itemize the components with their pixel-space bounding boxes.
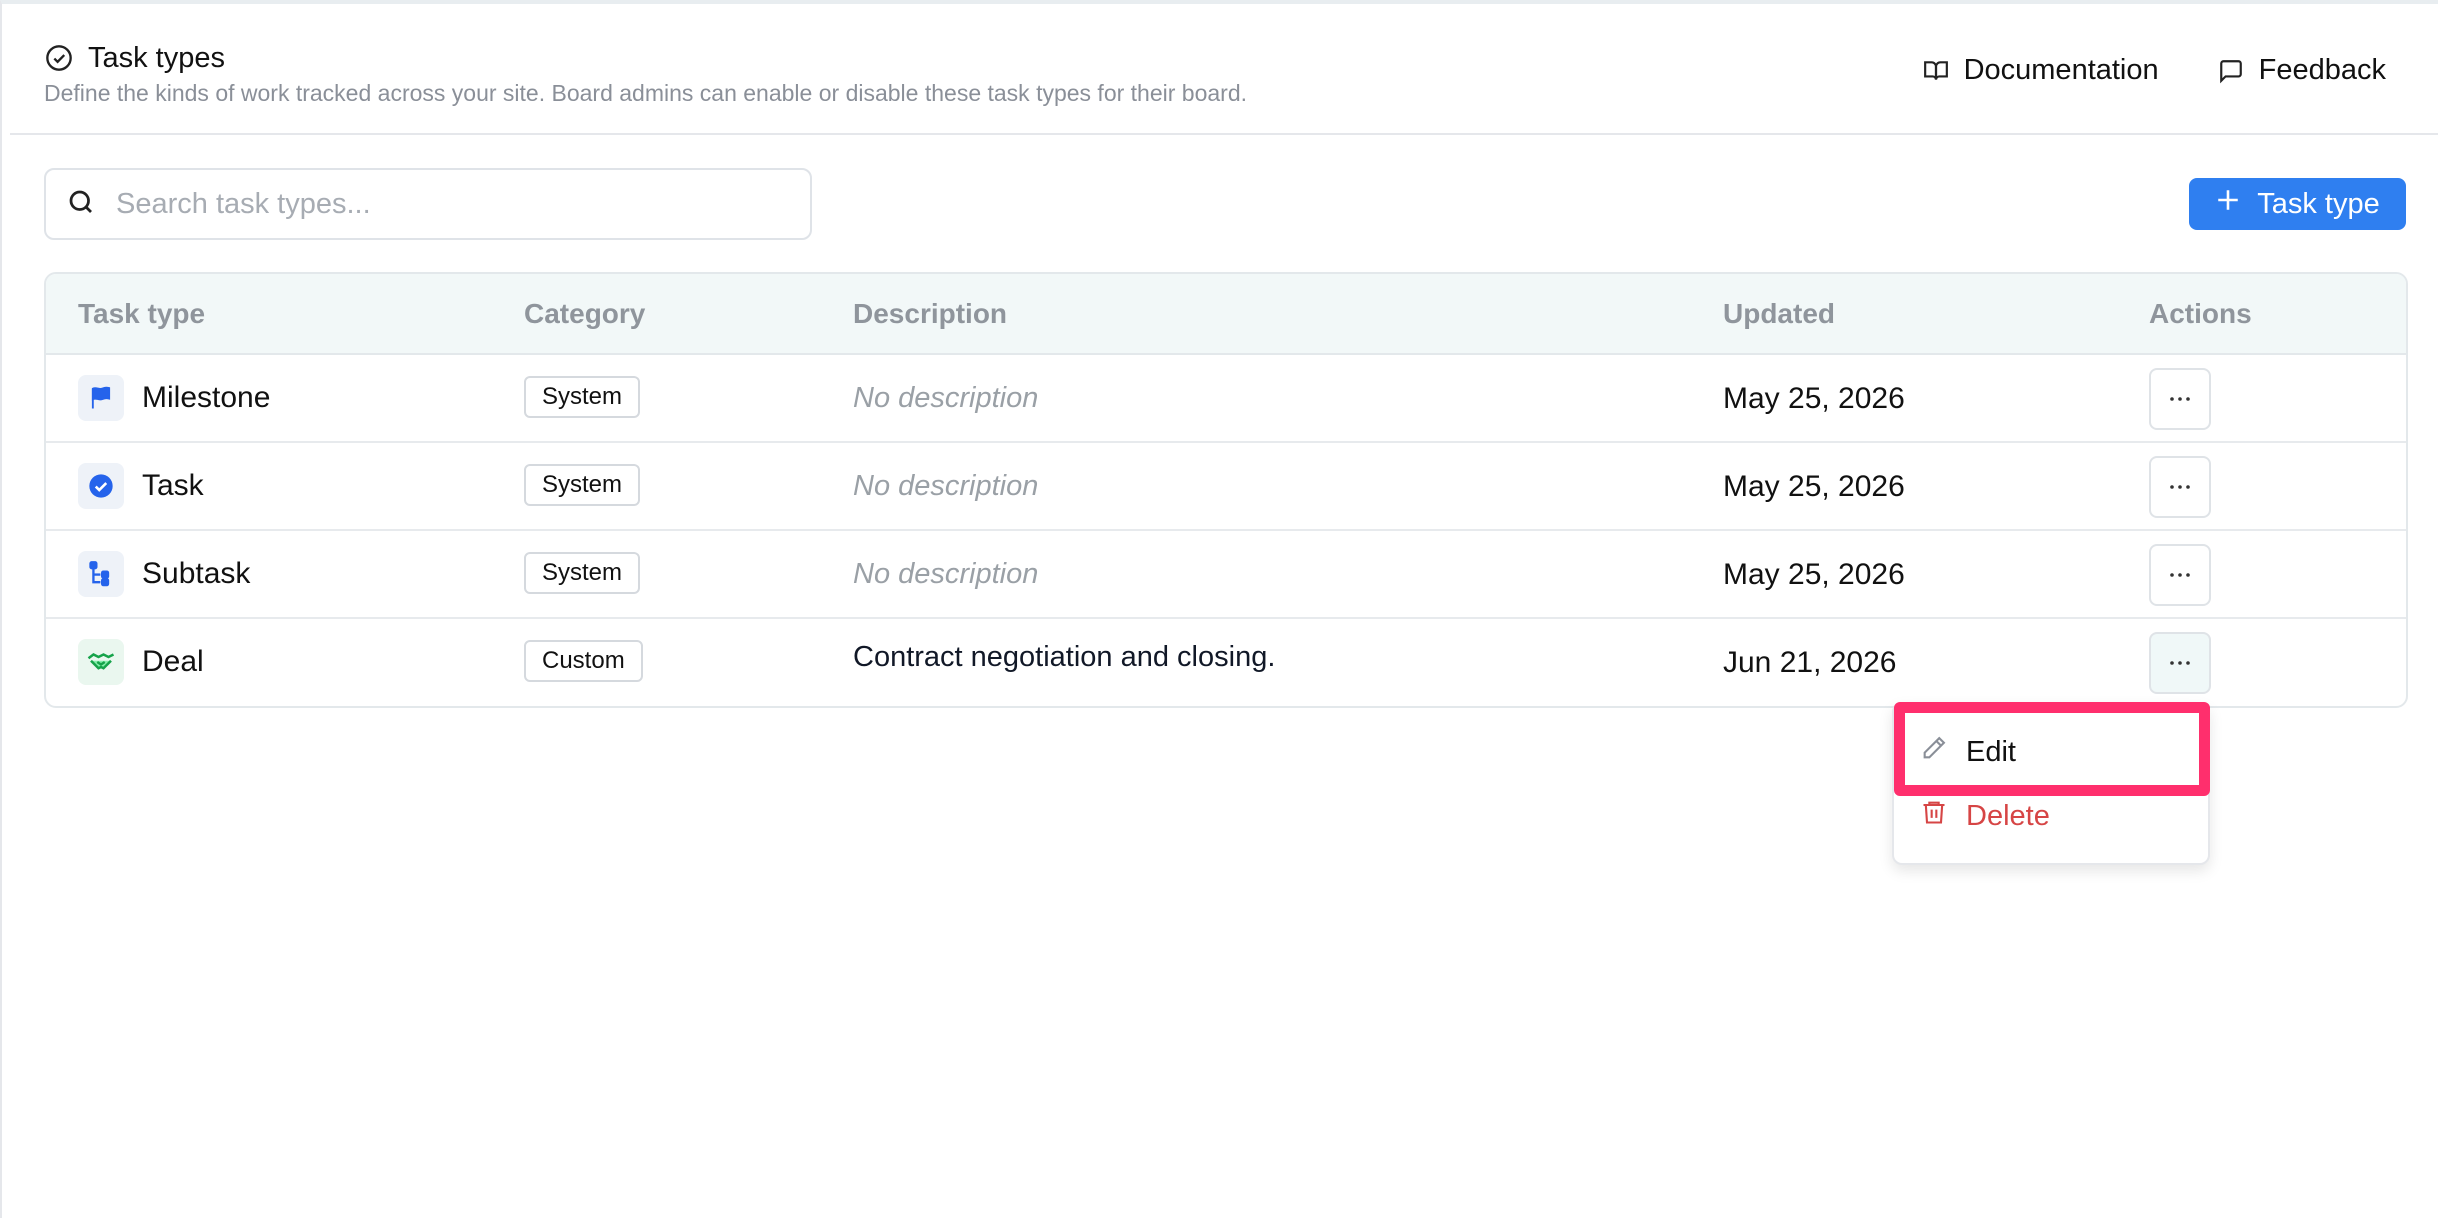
header-links: Documentation Feedback — [1922, 54, 2386, 87]
add-task-type-label: Task type — [2257, 187, 2380, 220]
search-icon — [66, 187, 96, 222]
category-badge: System — [524, 464, 641, 506]
menu-item-edit-label: Edit — [1966, 735, 2016, 768]
updated-date: May 25, 2026 — [1723, 470, 1905, 503]
more-horizontal-icon — [2168, 654, 2192, 672]
task-types-table: Task type Category Description Updated A… — [44, 272, 2408, 708]
feedback-link-label: Feedback — [2258, 54, 2386, 86]
column-header-description: Description — [853, 298, 1008, 329]
column-header-task-type: Task type — [78, 298, 206, 329]
table-row: Task System No description May 25, 2026 — [46, 443, 2406, 531]
page-title: Task types — [88, 41, 225, 74]
updated-date: May 25, 2026 — [1723, 382, 1905, 415]
updated-date: Jun 21, 2026 — [1723, 646, 1897, 679]
table-header: Task type Category Description Updated A… — [46, 274, 2406, 355]
search-box — [44, 168, 812, 240]
menu-item-delete-label: Delete — [1966, 799, 2050, 832]
task-type-cell: Deal — [78, 639, 204, 685]
more-horizontal-icon — [2168, 390, 2192, 408]
feedback-link[interactable]: Feedback — [2217, 54, 2386, 87]
table-row: Milestone System No description May 25, … — [46, 355, 2406, 443]
row-actions-menu: Edit Delete — [1892, 702, 2210, 865]
search-input[interactable] — [116, 187, 756, 221]
task-type-name: Milestone — [142, 381, 271, 414]
page-header: Task types Define the kinds of work trac… — [10, 8, 2438, 135]
row-actions-button[interactable] — [2149, 632, 2211, 694]
description-text: Contract negotiation and closing. — [853, 641, 1276, 673]
category-badge: System — [524, 552, 641, 594]
menu-item-delete[interactable]: Delete — [1920, 798, 2050, 834]
documentation-link-label: Documentation — [1963, 54, 2159, 86]
column-header-category: Category — [524, 298, 646, 329]
row-actions-button[interactable] — [2149, 544, 2211, 606]
handshake-icon — [78, 639, 124, 685]
row-actions-button[interactable] — [2149, 456, 2211, 518]
title-row: Task types — [44, 38, 225, 78]
check-circle-icon — [44, 43, 74, 73]
add-task-type-button[interactable]: Task type — [2189, 178, 2406, 230]
task-type-cell: Milestone — [78, 375, 270, 421]
column-header-updated: Updated — [1723, 298, 1835, 329]
menu-item-edit[interactable]: Edit — [1920, 734, 2016, 770]
app-frame: Task types Define the kinds of work trac… — [0, 0, 2438, 1218]
page-subtitle: Define the kinds of work tracked across … — [44, 80, 1248, 106]
message-square-icon — [2217, 57, 2245, 85]
category-badge: Custom — [524, 640, 643, 682]
description-text: No description — [853, 470, 1039, 502]
more-horizontal-icon — [2168, 566, 2192, 584]
task-type-cell: Subtask — [78, 551, 250, 597]
flag-icon — [78, 375, 124, 421]
description-text: No description — [853, 558, 1039, 590]
row-actions-button[interactable] — [2149, 368, 2211, 430]
check-circle-icon — [78, 463, 124, 509]
description-text: No description — [853, 382, 1039, 414]
documentation-link[interactable]: Documentation — [1922, 54, 2159, 87]
trash-icon — [1920, 798, 1948, 834]
book-open-icon — [1922, 57, 1950, 85]
task-type-cell: Task — [78, 463, 204, 509]
more-horizontal-icon — [2168, 478, 2192, 496]
table-row: Deal Custom Contract negotiation and clo… — [46, 619, 2406, 706]
column-header-actions: Actions — [2149, 298, 2252, 329]
pencil-icon — [1920, 734, 1948, 770]
task-type-name: Task — [142, 469, 204, 502]
table-row: Subtask System No description May 25, 20… — [46, 531, 2406, 619]
task-type-name: Subtask — [142, 557, 251, 590]
task-type-name: Deal — [142, 645, 204, 678]
plus-icon — [2215, 187, 2241, 221]
updated-date: May 25, 2026 — [1723, 558, 1905, 591]
subtask-tree-icon — [78, 551, 124, 597]
category-badge: System — [524, 376, 641, 418]
